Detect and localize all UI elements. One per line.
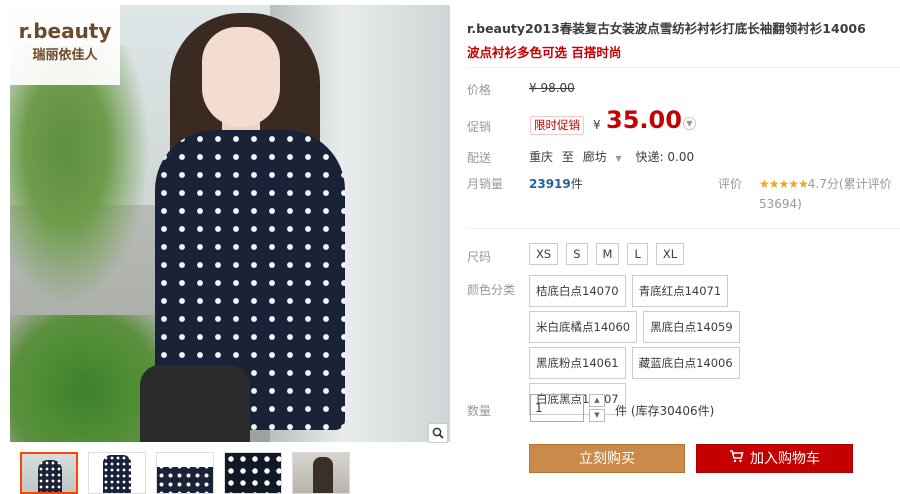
brand-name: r.beauty [18,19,112,43]
color-option[interactable]: 青底红点14071 [631,275,729,307]
color-label: 颜色分类 [467,283,516,297]
ship-to-word: 至 [561,150,574,164]
star-rating-icon: ★★★★★ [759,177,809,191]
sales-count: 23919 [529,177,571,191]
price-label: 价格 [467,83,492,97]
divider [467,228,900,229]
express-fee: 快递: 0.00 [635,150,695,164]
product-info-panel: r.beauty2013春装复古女装波点雪纺衫衬衫打底长袖翻领衬衫14006 波… [467,0,900,491]
shipping-label: 配送 [467,151,492,165]
add-to-cart-button[interactable]: 加入购物车 [696,444,853,473]
brand-logo: r.beauty 瑞丽依佳人 [10,5,120,85]
size-option[interactable]: S [566,243,588,265]
product-subtitle: 波点衬衫多色可选 百搭时尚 [467,45,622,60]
promo-label: 促销 [467,120,492,134]
size-option[interactable]: XL [655,243,685,265]
thumbnail-strip [20,452,350,494]
thumbnail-2[interactable] [88,452,146,494]
sales-unit: 件 [570,177,583,191]
color-option[interactable]: 米白底橘点14060 [529,311,638,343]
quantity-decrease-icon[interactable]: ▼ [589,409,605,422]
divider [467,67,900,68]
size-options: XS S M L XL [529,243,685,265]
quantity-input[interactable]: 1 [530,394,584,422]
promo-tag: 限时促销 [530,116,584,135]
thumbnail-1[interactable] [20,452,78,494]
model-face [202,27,280,127]
product-title: r.beauty2013春装复古女装波点雪纺衫衬衫打底长袖翻领衬衫14006 [467,21,866,36]
rating-label: 评价 [718,177,743,191]
quantity-label: 数量 [467,404,492,418]
monthly-sales: 23919件 [529,175,583,192]
size-option[interactable]: L [627,243,648,265]
color-option[interactable]: 黑底白点14059 [643,311,740,343]
thumbnail-3[interactable] [156,452,214,494]
ship-to-select[interactable]: 廊坊 ▼ [583,150,627,164]
color-option[interactable]: 藏蓝底白点14006 [631,347,740,379]
ship-from: 重庆 [529,150,554,164]
size-option[interactable]: XS [529,243,559,265]
brand-subtitle: 瑞丽依佳人 [32,48,98,63]
handbag [140,365,250,442]
color-option[interactable]: 桔底白点14070 [529,275,626,307]
chevron-down-icon: ▼ [615,154,622,163]
quantity-increase-icon[interactable]: ▲ [589,394,605,407]
buy-now-label: 立刻购买 [579,451,635,467]
photo-bush [10,315,160,442]
sales-label: 月销量 [467,177,504,191]
color-option[interactable]: 黑底粉点14061 [529,347,626,379]
rating-summary: ★★★★★4.7分(累计评价53694) [759,174,899,214]
add-to-cart-label: 加入购物车 [750,451,820,467]
magnifier-icon[interactable] [428,423,448,443]
rating-score: 4.7分 [807,177,839,191]
size-label: 尺码 [467,250,492,264]
thumbnail-5[interactable] [292,452,350,494]
shipping-info: 重庆 至 廊坊 ▼ 快递: 0.00 [529,148,699,165]
thumbnail-4[interactable] [224,452,282,494]
cart-icon [729,445,744,474]
current-price: 35.00 [606,106,682,134]
buy-now-button[interactable]: 立刻购买 [529,444,685,473]
size-option[interactable]: M [595,243,620,265]
original-price: ¥ 98.00 [529,81,575,95]
currency-symbol: ¥ [593,118,601,132]
chevron-down-icon[interactable]: ▼ [683,117,696,130]
ship-to-value: 廊坊 [582,150,607,164]
stock-info: 件 (库存30406件) [615,404,715,418]
